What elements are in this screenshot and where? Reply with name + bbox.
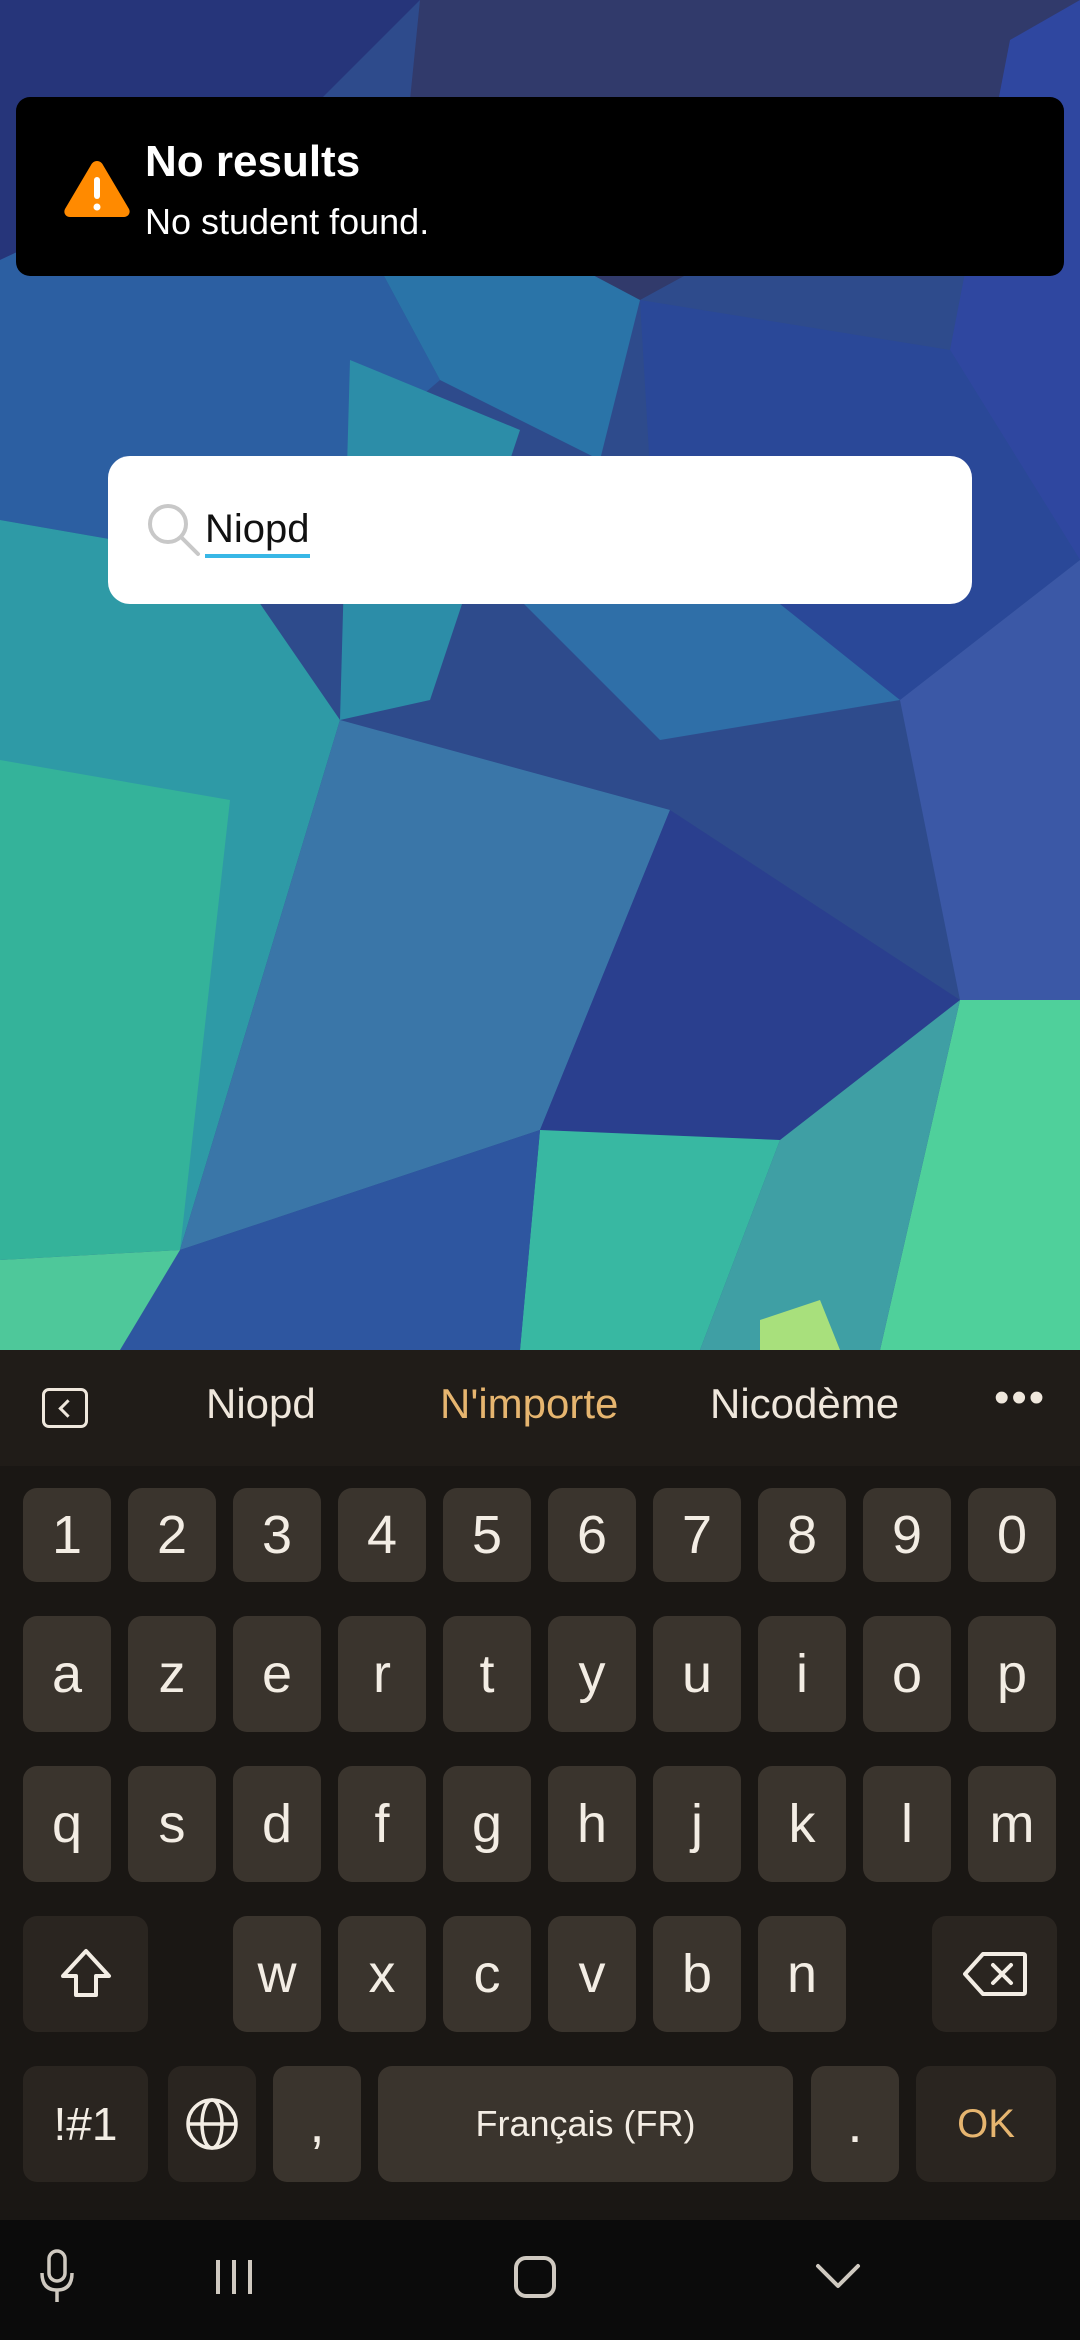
key-6[interactable]: 6 [548, 1488, 636, 1582]
key-u[interactable]: u [653, 1616, 741, 1732]
key-r[interactable]: r [338, 1616, 426, 1732]
search-icon [148, 504, 200, 556]
space-key[interactable]: Français (FR) [378, 2066, 793, 2182]
shift-key[interactable] [23, 1916, 148, 2032]
key-i[interactable]: i [758, 1616, 846, 1732]
microphone-icon[interactable] [38, 2248, 76, 2306]
hide-keyboard-icon[interactable] [814, 2262, 862, 2292]
period-key[interactable]: . [811, 2066, 899, 2182]
more-icon[interactable]: ••• [994, 1376, 1044, 1420]
key-1[interactable]: 1 [23, 1488, 111, 1582]
shift-icon [60, 1949, 111, 1997]
backspace-key[interactable] [932, 1916, 1057, 2032]
recent-apps-icon[interactable] [212, 2256, 256, 2298]
key-v[interactable]: v [548, 1916, 636, 2032]
key-3[interactable]: 3 [233, 1488, 321, 1582]
home-icon[interactable] [512, 2254, 558, 2300]
key-k[interactable]: k [758, 1766, 846, 1882]
key-8[interactable]: 8 [758, 1488, 846, 1582]
keyboard: Niopd N'importe Nicodème ••• 1 2 3 4 5 6… [0, 1350, 1080, 2220]
key-m[interactable]: m [968, 1766, 1056, 1882]
key-q[interactable]: q [23, 1766, 111, 1882]
key-4[interactable]: 4 [338, 1488, 426, 1582]
key-0[interactable]: 0 [968, 1488, 1056, 1582]
key-t[interactable]: t [443, 1616, 531, 1732]
key-p[interactable]: p [968, 1616, 1056, 1732]
key-5[interactable]: 5 [443, 1488, 531, 1582]
key-d[interactable]: d [233, 1766, 321, 1882]
key-z[interactable]: z [128, 1616, 216, 1732]
symbols-key[interactable]: !#1 [23, 2066, 148, 2182]
globe-icon [186, 2098, 238, 2150]
warning-icon [64, 161, 130, 217]
no-results-toast: No results No student found. [16, 97, 1064, 276]
key-l[interactable]: l [863, 1766, 951, 1882]
key-b[interactable]: b [653, 1916, 741, 2032]
collapse-keyboard-icon[interactable] [42, 1388, 88, 1428]
key-f[interactable]: f [338, 1766, 426, 1882]
key-9[interactable]: 9 [863, 1488, 951, 1582]
suggestion-3[interactable]: Nicodème [710, 1380, 899, 1428]
ok-key[interactable]: OK [916, 2066, 1056, 2182]
key-j[interactable]: j [653, 1766, 741, 1882]
search-box[interactable]: Niopd [108, 456, 972, 604]
navigation-bar [0, 2220, 1080, 2340]
key-c[interactable]: c [443, 1916, 531, 2032]
toast-message: No student found. [145, 201, 430, 242]
key-w[interactable]: w [233, 1916, 321, 2032]
key-s[interactable]: s [128, 1766, 216, 1882]
key-7[interactable]: 7 [653, 1488, 741, 1582]
key-a[interactable]: a [23, 1616, 111, 1732]
key-2[interactable]: 2 [128, 1488, 216, 1582]
suggestion-2[interactable]: N'importe [440, 1380, 618, 1428]
comma-key[interactable]: , [273, 2066, 361, 2182]
key-h[interactable]: h [548, 1766, 636, 1882]
suggestion-bar: Niopd N'importe Nicodème ••• [0, 1350, 1080, 1466]
key-g[interactable]: g [443, 1766, 531, 1882]
language-key[interactable] [168, 2066, 256, 2182]
key-n[interactable]: n [758, 1916, 846, 2032]
toast-title: No results [145, 137, 361, 186]
suggestion-1[interactable]: Niopd [206, 1380, 316, 1428]
key-e[interactable]: e [233, 1616, 321, 1732]
key-o[interactable]: o [863, 1616, 951, 1732]
key-y[interactable]: y [548, 1616, 636, 1732]
backspace-icon [962, 1952, 1027, 1996]
key-x[interactable]: x [338, 1916, 426, 2032]
search-input[interactable]: Niopd [205, 504, 310, 558]
